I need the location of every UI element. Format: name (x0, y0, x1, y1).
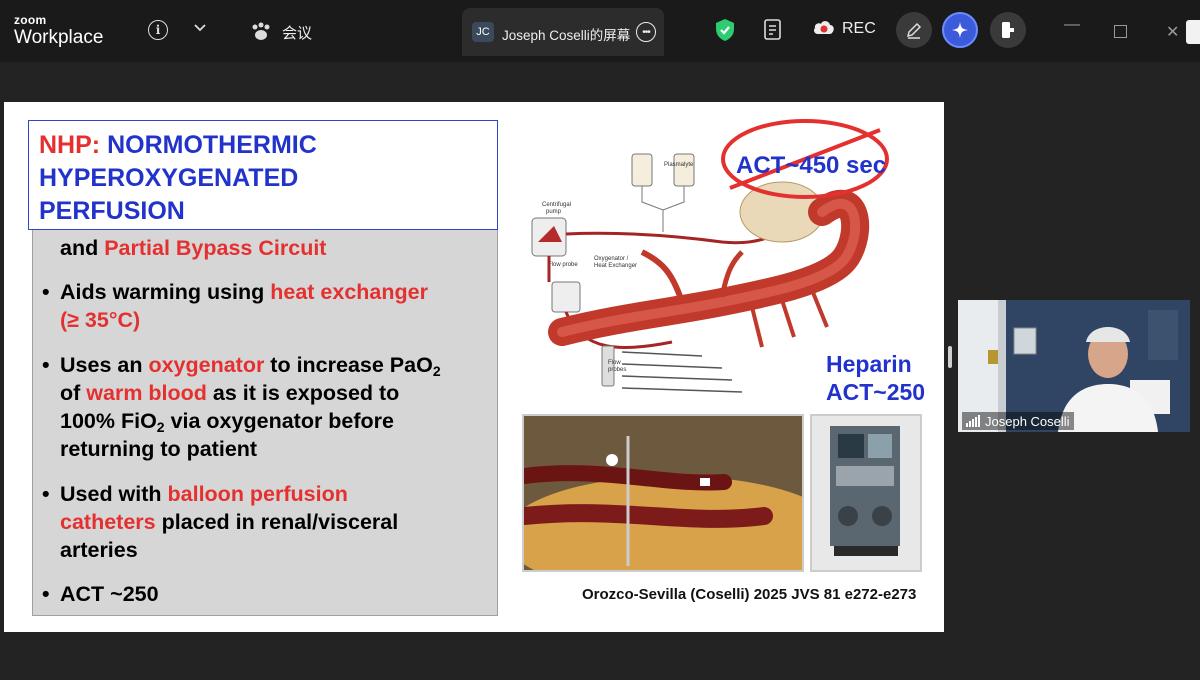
exit-share-icon (1002, 22, 1014, 38)
annotate-button[interactable] (896, 12, 932, 48)
participant-video-tile[interactable]: Joseph Coselli (958, 300, 1190, 432)
pen-icon (906, 22, 922, 39)
pump-label-1: Centrifugal (542, 202, 571, 208)
logo-line1: zoom (14, 13, 47, 27)
minimize-icon[interactable]: — (1064, 16, 1080, 34)
more-icon[interactable]: ••• (636, 22, 656, 42)
paw-icon[interactable] (250, 22, 272, 42)
close-icon[interactable]: ✕ (1166, 22, 1179, 42)
screen-share-tab[interactable]: JC Joseph Coselli的屏幕 ••• (462, 8, 664, 56)
surgical-photo (522, 414, 804, 572)
side-panel-toggle[interactable] (1186, 20, 1200, 44)
record-label: REC (842, 20, 876, 37)
info-icon[interactable]: i (148, 20, 168, 40)
flow-probe-label: Flow probe (548, 262, 578, 268)
meeting-menu[interactable]: 会议 (282, 22, 312, 43)
heparin-line2: ACT~250 (826, 379, 926, 405)
flow-probes-label-2: probes (608, 367, 626, 373)
cloud-record-icon (812, 18, 836, 41)
title-line2: HYPEROXYGENATED (39, 164, 299, 192)
ai-companion-button[interactable] (942, 12, 978, 48)
chevron-down-icon[interactable] (192, 20, 208, 36)
signal-icon (966, 415, 980, 427)
slide-title: NHP: NORMOTHERMIC HYPEROXYGENATED PERFUS… (39, 129, 459, 228)
ai-sparkle-icon (952, 22, 968, 38)
panel-resize-handle[interactable] (948, 346, 952, 368)
participant-name: Joseph Coselli (985, 413, 1070, 429)
title-abbrev: NHP: (39, 131, 101, 159)
oxygenator-label-1: Oxygenator / (594, 256, 629, 262)
slide-citation: Orozco-Sevilla (Coselli) 2025 JVS 81 e27… (582, 586, 917, 603)
heparin-line1: Heparin (826, 351, 912, 377)
record-button[interactable]: REC (812, 14, 876, 44)
notes-icon[interactable] (762, 18, 784, 42)
share-avatar-badge: JC (472, 22, 494, 42)
plasmalyte-label: Plasmalyte (664, 162, 694, 168)
shield-check-icon[interactable] (714, 18, 736, 42)
pump-label-2: pump (546, 209, 562, 215)
title-line3: PERFUSION (39, 197, 185, 225)
heparin-label: Heparin ACT~250 (826, 350, 925, 406)
logo-line2: Workplace (14, 27, 104, 48)
pump-console-photo (810, 414, 922, 572)
act-450-label: ACT~450 sec (736, 152, 887, 179)
flow-probes-label-1: Flow (608, 360, 621, 366)
participant-name-tag: Joseph Coselli (962, 412, 1074, 430)
exit-share-button[interactable] (990, 12, 1026, 48)
slide-title-box: NHP: NORMOTHERMIC HYPEROXYGENATED PERFUS… (28, 120, 498, 230)
share-title: Joseph Coselli的屏幕 (502, 28, 630, 43)
shared-slide: NHP: NORMOTHERMIC HYPEROXYGENATED PERFUS… (4, 102, 944, 632)
title-line1: NORMOTHERMIC (107, 131, 317, 159)
oxygenator-label-2: Heat Exchanger (594, 263, 637, 269)
zoom-logo: zoom Workplace (14, 14, 103, 47)
top-toolbar: zoom Workplace i 会议 JC Joseph Coselli的屏幕… (0, 0, 1200, 62)
maximize-icon[interactable] (1114, 25, 1127, 38)
